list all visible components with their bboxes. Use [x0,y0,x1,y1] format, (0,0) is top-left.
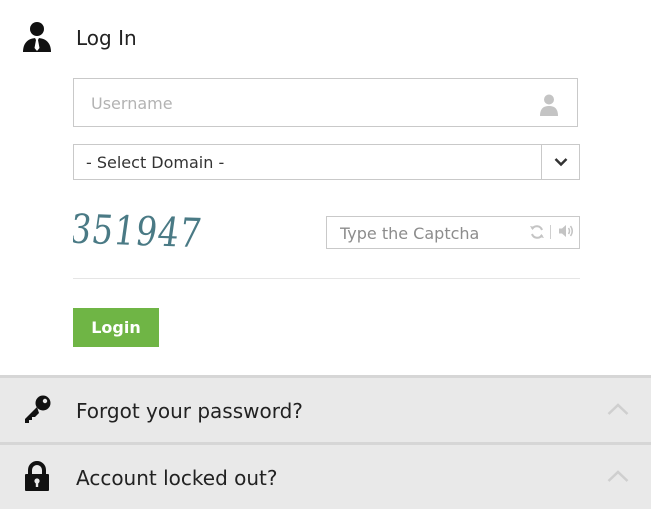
key-icon [20,392,54,426]
login-section: Log In - Select Domain - 351947 [0,0,651,375]
username-field[interactable] [73,78,578,128]
domain-select[interactable]: - Select Domain - [73,144,580,180]
user-icon [540,94,558,116]
captcha-image: 351947 [67,203,213,259]
captcha-icon-separator [550,225,551,239]
captcha-field[interactable] [326,216,580,250]
captcha-input[interactable] [338,217,527,250]
refresh-icon[interactable] [529,224,545,240]
forgot-password-title: Forgot your password? [76,399,303,423]
forgot-password-panel[interactable]: Forgot your password? [0,375,651,442]
account-locked-title: Account locked out? [76,466,278,490]
chevron-up-icon[interactable] [607,469,629,483]
chevron-down-icon [554,158,567,167]
login-title: Log In [76,26,137,50]
chevron-up-icon[interactable] [607,402,629,416]
login-page: Log In - Select Domain - 351947 [0,0,651,509]
captcha-image-text: 351947 [73,207,205,257]
domain-dropdown-button[interactable] [541,145,579,179]
domain-selected-value: - Select Domain - [86,153,225,172]
user-tie-icon [20,20,54,54]
audio-icon[interactable] [558,223,574,239]
lock-icon [20,459,54,493]
username-input[interactable] [89,79,533,128]
form-divider [73,278,580,279]
login-button[interactable]: Login [73,308,159,347]
account-locked-panel[interactable]: Account locked out? [0,442,651,509]
